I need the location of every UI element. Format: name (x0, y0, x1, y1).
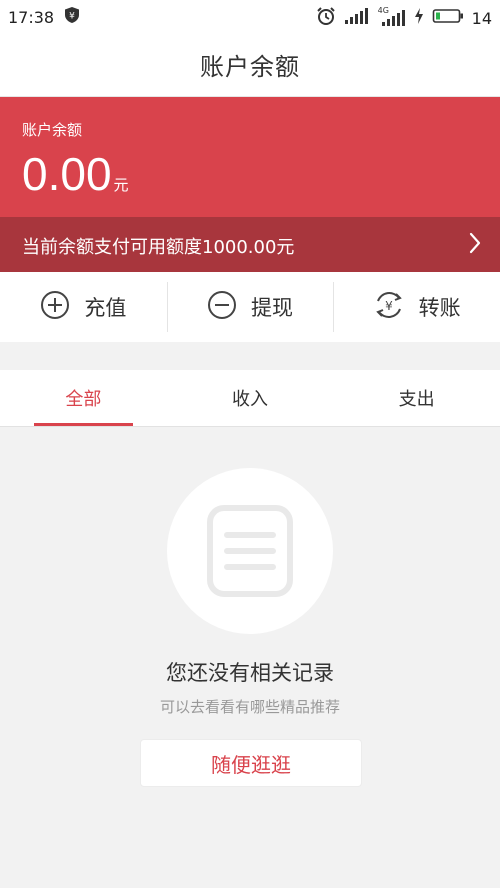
tab-expense[interactable]: 支出 (333, 370, 500, 426)
status-right: 4G 14 (316, 6, 492, 30)
balance-unit: 元 (113, 176, 129, 194)
available-quota-row[interactable]: 当前余额支付可用额度1000.00元 (0, 217, 500, 272)
shield-yen-icon: ¥ (64, 6, 80, 28)
alarm-icon (316, 6, 336, 30)
transfer-button[interactable]: ¥ 转账 (333, 272, 500, 342)
page-title: 账户余额 (200, 52, 300, 81)
svg-text:¥: ¥ (385, 299, 393, 313)
browse-button[interactable]: 随便逛逛 (140, 739, 362, 787)
balance-amount: 0.00 元 (22, 147, 129, 201)
chevron-right-icon (468, 231, 482, 259)
svg-text:¥: ¥ (69, 12, 75, 22)
balance-label: 账户余额 (22, 121, 83, 139)
status-left: 17:38 ¥ (8, 6, 80, 28)
tab-income[interactable]: 收入 (167, 370, 334, 426)
balance-value: 0.00 (22, 148, 112, 200)
nav-bar: 账户余额 (0, 32, 500, 97)
withdraw-button[interactable]: 提现 (166, 272, 334, 342)
balance-card: 账户余额 0.00 元 (0, 97, 500, 217)
plus-circle-icon (40, 290, 70, 324)
tab-all[interactable]: 全部 (0, 370, 167, 426)
recharge-button[interactable]: 充值 (0, 272, 167, 342)
empty-subtitle: 可以去看看有哪些精品推荐 (159, 698, 340, 716)
status-bar: 17:38 ¥ 4G 14 (0, 0, 500, 32)
withdraw-label: 提现 (251, 296, 293, 320)
battery-icon (432, 7, 464, 29)
record-tabs: 全部 收入 支出 (0, 370, 500, 427)
signal-4g-icon: 4G (378, 6, 406, 27)
empty-illustration (167, 468, 333, 634)
transfer-label: 转账 (418, 296, 461, 320)
status-time: 17:38 (8, 7, 55, 27)
transfer-yen-icon: ¥ (373, 290, 405, 324)
minus-circle-icon (207, 290, 237, 324)
recharge-label: 充值 (84, 296, 127, 320)
empty-title: 您还没有相关记录 (166, 661, 334, 685)
battery-level: 14 (471, 8, 492, 28)
signal-icon (344, 7, 370, 29)
action-bar: 充值 提现 ¥ 转账 (0, 272, 500, 342)
available-quota-text: 当前余额支付可用额度1000.00元 (22, 237, 295, 258)
charging-icon (414, 7, 424, 29)
